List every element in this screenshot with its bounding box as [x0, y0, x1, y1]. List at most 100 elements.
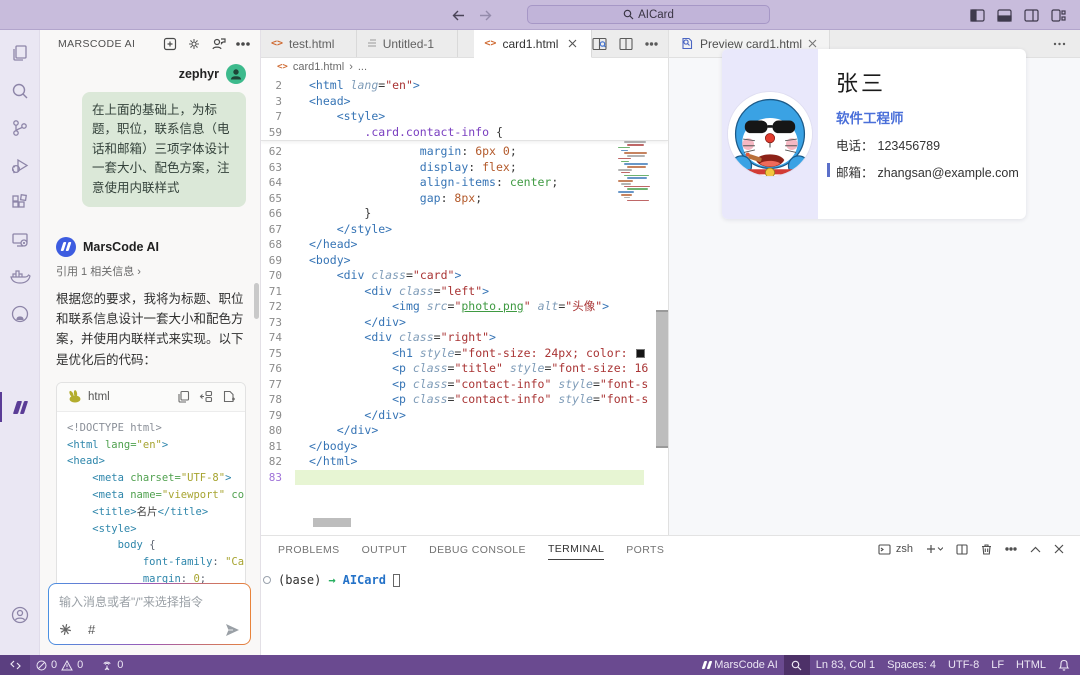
copy-code-icon[interactable] — [177, 390, 190, 403]
code-editor[interactable]: 2<html lang="en">3<head>7 <style>59 .car… — [261, 76, 668, 535]
status-search-icon[interactable] — [784, 655, 810, 675]
command-decoration-icon — [263, 576, 271, 584]
feedback-icon[interactable] — [211, 37, 226, 51]
tab-terminal[interactable]: TERMINAL — [548, 538, 604, 560]
marscode-status-item[interactable]: MarsCode AI — [697, 655, 784, 675]
new-terminal-icon[interactable] — [926, 544, 943, 554]
close-panel-icon[interactable] — [1054, 544, 1064, 554]
tab-ports[interactable]: PORTS — [626, 539, 664, 560]
marscode-chat-sidebar: MARSCODE AI zephyr 在上面的基础上，为标题，职位，联系信息（电… — [40, 30, 261, 655]
preview-more-actions-icon[interactable] — [1053, 42, 1080, 46]
github-icon[interactable] — [0, 297, 40, 331]
docker-icon[interactable] — [0, 260, 40, 294]
chat-input-box[interactable]: 输入消息或者"/"来选择指令 # — [48, 583, 251, 645]
breadcrumb-more[interactable]: ... — [358, 61, 367, 73]
send-icon[interactable] — [225, 623, 240, 637]
user-name: zephyr — [179, 67, 219, 81]
editor-group: <> test.html Untitled-1 <> card1.html <>… — [261, 30, 668, 535]
html-file-icon: <> — [484, 38, 496, 49]
context-hash-button[interactable]: # — [88, 622, 95, 637]
prompt-arrow: → — [328, 573, 335, 587]
tab-debug-console[interactable]: DEBUG CONSOLE — [429, 539, 526, 560]
editor-more-actions-icon[interactable] — [645, 42, 658, 46]
business-card: 张三 软件工程师 电话：123456789 邮箱：zhangsan@exampl… — [722, 49, 1026, 219]
tab-label: Untitled-1 — [383, 37, 434, 51]
kill-terminal-icon[interactable] — [981, 543, 992, 555]
tab-test-html[interactable]: <> test.html — [261, 30, 357, 57]
cursor-position[interactable]: Ln 83, Col 1 — [810, 655, 881, 675]
panel-more-actions-icon[interactable] — [1005, 547, 1017, 551]
toggle-sidebar-icon[interactable] — [970, 9, 985, 22]
html-file-icon: <> — [271, 38, 283, 49]
warning-count: 0 — [77, 659, 83, 671]
plain-file-icon — [367, 38, 377, 49]
sparkle-icon[interactable] — [59, 623, 72, 636]
indentation[interactable]: Spaces: 4 — [881, 655, 942, 675]
shell-selector[interactable]: zsh — [878, 543, 913, 555]
encoding[interactable]: UTF-8 — [942, 655, 985, 675]
card-avatar-panel — [722, 49, 818, 219]
toggle-panel-icon[interactable] — [997, 9, 1012, 22]
forward-icon[interactable] — [479, 10, 492, 21]
sidebar-scrollbar[interactable] — [254, 283, 259, 319]
new-file-from-code-icon[interactable] — [222, 390, 235, 403]
bottom-panel: PROBLEMS OUTPUT DEBUG CONSOLE TERMINAL P… — [261, 535, 1080, 655]
search-text: AICard — [638, 9, 674, 21]
back-icon[interactable] — [452, 10, 465, 21]
sticky-scroll: 2<html lang="en">3<head>7 <style>59 .car… — [261, 76, 668, 141]
breadcrumb-file[interactable]: card1.html — [293, 61, 344, 73]
editor-vertical-scrollbar[interactable] — [656, 310, 668, 448]
notifications-bell-icon[interactable] — [1052, 655, 1080, 675]
tab-label: card1.html — [502, 37, 558, 51]
insert-code-icon[interactable] — [199, 390, 213, 403]
breadcrumb[interactable]: <> card1.html › ... — [261, 58, 668, 76]
editor-lines: 62 margin: 6px 0;63 display: flex;64 ali… — [261, 141, 668, 485]
eol[interactable]: LF — [985, 655, 1010, 675]
breadcrumb-separator: › — [349, 61, 353, 73]
account-icon[interactable] — [0, 598, 40, 632]
new-chat-icon[interactable] — [163, 37, 177, 51]
split-editor-icon[interactable] — [619, 37, 633, 51]
brand-label: MarsCode AI — [714, 659, 778, 671]
language-mode[interactable]: HTML — [1010, 655, 1052, 675]
tab-untitled-1[interactable]: Untitled-1 — [357, 30, 459, 57]
phone-label: 电话： — [836, 139, 874, 153]
remote-indicator[interactable] — [0, 655, 30, 675]
search-sidebar-icon[interactable] — [0, 74, 40, 108]
terminal[interactable]: (base) → AICard — [261, 562, 1080, 587]
ports-status[interactable]: 0 — [95, 655, 129, 675]
tab-label: test.html — [289, 37, 334, 51]
maximize-panel-icon[interactable] — [1030, 546, 1041, 553]
reference-link[interactable]: 引用 1 相关信息 › — [56, 263, 260, 279]
editor-horizontal-scrollbar[interactable] — [313, 518, 351, 527]
explorer-icon[interactable] — [0, 36, 40, 70]
tab-card1-html[interactable]: <> card1.html — [474, 30, 592, 58]
more-actions-icon[interactable] — [236, 42, 250, 46]
preview-group: Preview card1.html — [668, 30, 1080, 535]
assistant-name: MarsCode AI — [83, 240, 159, 254]
card-info-panel: 张三 软件工程师 电话：123456789 邮箱：zhangsan@exampl… — [818, 49, 1026, 219]
title-bar: AICard — [0, 0, 1080, 30]
tab-output[interactable]: OUTPUT — [362, 539, 408, 560]
close-tab-icon[interactable] — [568, 39, 577, 48]
remote-explorer-icon[interactable] — [0, 223, 40, 257]
editor-tab-bar: <> test.html Untitled-1 <> card1.html — [261, 30, 668, 58]
assistant-reply-text: 根据您的要求，我将为标题、职位和联系信息设计一套大小和配色方案，并使用内联样式来… — [56, 289, 246, 370]
preview-file-icon — [681, 37, 694, 50]
rabbit-icon — [67, 390, 82, 403]
close-preview-icon[interactable] — [808, 39, 817, 48]
toggle-secondary-sidebar-icon[interactable] — [1024, 9, 1039, 22]
terminal-cwd: AICard — [343, 573, 386, 587]
tab-problems[interactable]: PROBLEMS — [278, 539, 340, 560]
problems-status[interactable]: 0 0 — [30, 655, 89, 675]
command-center-search[interactable]: AICard — [527, 5, 770, 24]
chat-settings-gear-icon[interactable] — [187, 37, 201, 51]
source-control-icon[interactable] — [0, 111, 40, 145]
split-terminal-icon[interactable] — [956, 544, 968, 555]
open-preview-side-icon[interactable] — [592, 37, 607, 51]
customize-layout-icon[interactable] — [1051, 9, 1066, 22]
search-icon — [623, 9, 634, 20]
run-debug-icon[interactable] — [0, 149, 40, 183]
marscode-ai-icon[interactable] — [0, 390, 40, 424]
extensions-icon[interactable] — [0, 186, 40, 220]
